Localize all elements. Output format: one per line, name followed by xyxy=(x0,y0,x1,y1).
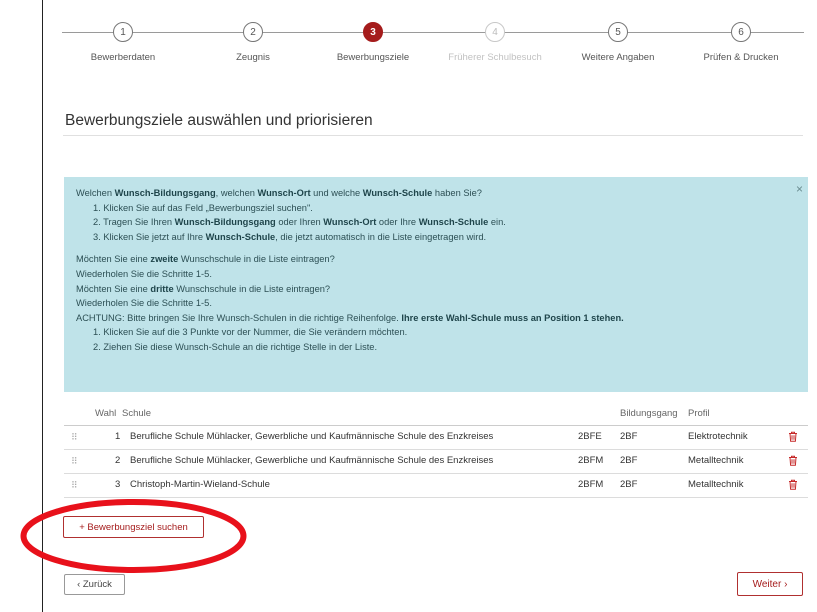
trash-icon[interactable] xyxy=(788,479,798,490)
trash-icon[interactable] xyxy=(788,431,798,442)
info-repeat-2: Wiederholen Sie die Schritte 1-5. xyxy=(76,298,212,309)
step-weitere-angaben[interactable]: 5 Weitere Angaben xyxy=(563,22,673,63)
row-profil: Metalltechnik xyxy=(688,479,744,490)
info-question-2: Möchten Sie eine zweite Wunschschule in … xyxy=(76,254,335,265)
step-label: Weitere Angaben xyxy=(581,52,655,63)
info-question-3: Möchten Sie eine dritte Wunschschule in … xyxy=(76,283,331,294)
step-label: Zeugnis xyxy=(236,52,270,63)
page-title: Bewerbungsziele auswählen und priorisier… xyxy=(65,112,373,129)
close-icon[interactable]: × xyxy=(796,182,803,197)
info-step-2: 2. Tragen Sie Ihren Wunsch-Bildungsgang … xyxy=(93,217,506,228)
row-wahl: 3 xyxy=(115,479,121,490)
info-question-1: Welchen Wunsch-Bildungsgang, welchen Wun… xyxy=(76,188,482,198)
step-pruefen-drucken[interactable]: 6 Prüfen & Drucken xyxy=(686,22,796,63)
info-repeat-1: Wiederholen Sie die Schritte 1-5. xyxy=(76,268,212,279)
info-step-1: 1. Klicken Sie auf das Feld „Bewerbungsz… xyxy=(93,202,313,213)
step-label: Bewerbungsziele xyxy=(336,52,410,63)
row-code: 2BFM xyxy=(578,455,604,466)
table-header: Wahl Schule Bildungsgang Profil xyxy=(64,403,808,426)
info-order-step-1: 1. Klicken Sie auf die 3 Punkte vor der … xyxy=(93,327,408,338)
info-warning: ACHTUNG: Bitte bringen Sie Ihre Wunsch-S… xyxy=(76,312,624,323)
step-label: Prüfen & Drucken xyxy=(703,52,779,63)
step-label: Früherer Schulbesuch xyxy=(448,52,542,63)
row-wahl: 2 xyxy=(115,455,121,466)
table-row[interactable]: ⠿ 2 Berufliche Schule Mühlacker, Gewerbl… xyxy=(64,450,808,474)
header-profil: Profil xyxy=(688,408,710,419)
drag-handle-icon[interactable]: ⠿ xyxy=(71,426,78,448)
row-code: 2BFM xyxy=(578,479,604,490)
step-bewerberdaten[interactable]: 1 Bewerberdaten xyxy=(68,22,178,63)
row-profil: Elektrotechnik xyxy=(688,431,748,442)
row-code: 2BFE xyxy=(578,431,602,442)
bewerbungsziele-table: Wahl Schule Bildungsgang Profil ⠿ 1 Beru… xyxy=(64,403,808,498)
drag-handle-icon[interactable]: ⠿ xyxy=(71,450,78,472)
progress-stepper: 1 Bewerberdaten 2 Zeugnis 3 Bewerbungszi… xyxy=(62,22,804,72)
step-bewerbungsziele[interactable]: 3 Bewerbungsziele xyxy=(318,22,428,63)
row-schule: Berufliche Schule Mühlacker, Gewerbliche… xyxy=(130,455,494,466)
step-number: 2 xyxy=(243,22,263,42)
back-button[interactable]: ‹ Zurück xyxy=(64,574,125,595)
step-frueherer-schulbesuch: 4 Früherer Schulbesuch xyxy=(440,22,550,63)
step-number: 3 xyxy=(363,22,383,42)
info-box: × Welchen Wunsch-Bildungsgang, welchen W… xyxy=(64,177,808,392)
info-order-step-2: 2. Ziehen Sie diese Wunsch-Schule an die… xyxy=(93,341,378,352)
step-number: 4 xyxy=(485,22,505,42)
step-label: Bewerberdaten xyxy=(90,52,156,63)
drag-handle-icon[interactable]: ⠿ xyxy=(71,474,78,496)
step-number: 5 xyxy=(608,22,628,42)
header-schule: Schule xyxy=(122,408,152,419)
table-row[interactable]: ⠿ 1 Berufliche Schule Mühlacker, Gewerbl… xyxy=(64,426,808,450)
step-zeugnis[interactable]: 2 Zeugnis xyxy=(198,22,308,63)
row-bildungsgang: 2BF xyxy=(620,455,638,466)
title-divider xyxy=(63,135,803,136)
header-wahl: Wahl xyxy=(95,408,117,419)
highlight-annotation xyxy=(20,499,247,573)
row-bildungsgang: 2BF xyxy=(620,431,638,442)
row-bildungsgang: 2BF xyxy=(620,479,638,490)
step-number: 6 xyxy=(731,22,751,42)
next-button[interactable]: Weiter › xyxy=(737,572,803,596)
row-wahl: 1 xyxy=(115,431,121,442)
header-bildungsgang: Bildungsgang xyxy=(620,408,678,419)
row-profil: Metalltechnik xyxy=(688,455,744,466)
info-step-3: 3. Klicken Sie jetzt auf Ihre Wunsch-Sch… xyxy=(93,231,487,242)
row-schule: Berufliche Schule Mühlacker, Gewerbliche… xyxy=(130,431,494,442)
row-schule: Christoph-Martin-Wieland-Schule xyxy=(130,479,270,490)
table-row[interactable]: ⠿ 3 Christoph-Martin-Wieland-Schule 2BFM… xyxy=(64,474,808,498)
step-number: 1 xyxy=(113,22,133,42)
trash-icon[interactable] xyxy=(788,455,798,466)
